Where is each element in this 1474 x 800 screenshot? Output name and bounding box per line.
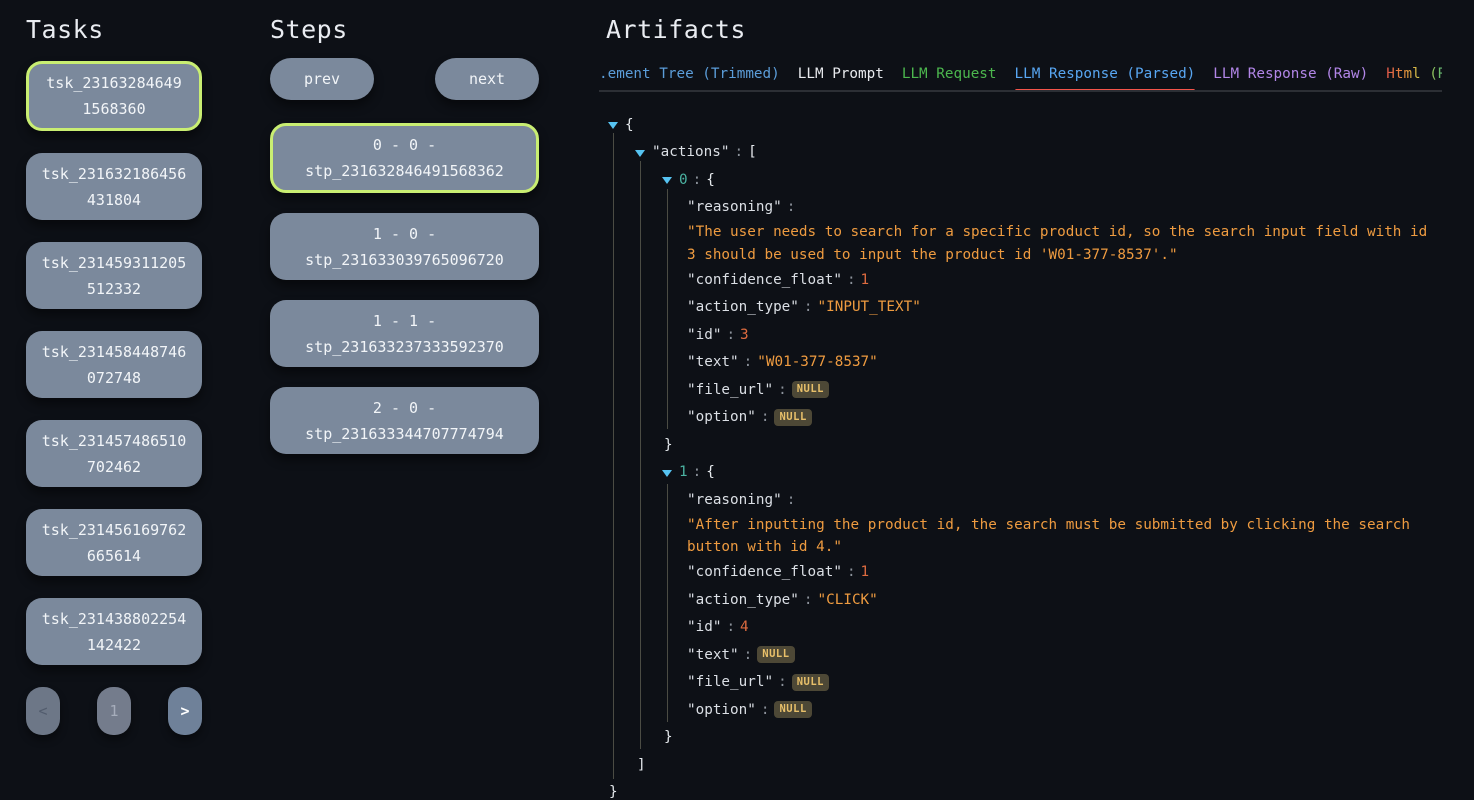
tree-row: 1:{ [606, 459, 1442, 487]
tree-row: "file_url":NULL [606, 376, 1442, 404]
pagination-prev-button[interactable]: < [26, 687, 60, 735]
indent-guide [667, 484, 668, 722]
pagination-next-button[interactable]: > [168, 687, 202, 735]
next-step-button[interactable]: next [435, 58, 539, 100]
tasks-pagination: < 1 > [26, 687, 202, 735]
tasks-title: Tasks [26, 15, 202, 44]
tree-row: "option":NULL [606, 404, 1442, 432]
step-item[interactable]: 1 - 1 - stp_231633237333592370 [270, 300, 539, 367]
task-item[interactable]: tsk_231457486510702462 [26, 420, 202, 487]
indent-guide [613, 133, 614, 779]
collapse-icon[interactable] [608, 122, 618, 129]
collapse-icon[interactable] [635, 150, 645, 157]
steps-panel: Steps prev next 0 - 0 - stp_231632846491… [270, 15, 539, 474]
tab-element-tree-trimmed[interactable]: .ement Tree (Trimmed) [599, 65, 780, 83]
tree-row: "actions":[ [606, 139, 1442, 167]
prev-step-button[interactable]: prev [270, 58, 374, 100]
tree-row: "id":4 [606, 614, 1442, 642]
task-item[interactable]: tsk_231456169762665614 [26, 509, 202, 576]
tree-row: "option":NULL [606, 696, 1442, 724]
json-tree: { "actions":[ 0:{ "reasoning": "The user… [606, 111, 1442, 800]
tree-row: "reasoning": [606, 486, 1442, 514]
tree-row: "file_url":NULL [606, 669, 1442, 697]
tab-llm-prompt[interactable]: LLM Prompt [798, 65, 884, 83]
task-item[interactable]: tsk_231458448746072748 [26, 331, 202, 398]
indent-guide [667, 189, 668, 429]
tree-row: { [606, 111, 1442, 139]
null-badge: NULL [757, 646, 794, 663]
steps-title: Steps [270, 15, 539, 44]
tree-row: "action_type":"INPUT_TEXT" [606, 294, 1442, 322]
tree-row: "id":3 [606, 321, 1442, 349]
tree-row: 0:{ [606, 166, 1442, 194]
tab-llm-request[interactable]: LLM Request [902, 65, 997, 83]
tree-row: "text":NULL [606, 641, 1442, 669]
tree-row: "confidence_float":1 [606, 559, 1442, 587]
artifacts-title: Artifacts [606, 15, 1442, 44]
collapse-icon[interactable] [662, 177, 672, 184]
step-item[interactable]: 0 - 0 - stp_231632846491568362 [270, 123, 539, 193]
step-item[interactable]: 1 - 0 - stp_231633039765096720 [270, 213, 539, 280]
json-string-value: "After inputting the product id, the sea… [606, 514, 1432, 559]
tree-row: } [606, 431, 1442, 459]
tree-row: "text":"W01-377-8537" [606, 349, 1442, 377]
task-item[interactable]: tsk_231632846491568360 [26, 61, 202, 131]
artifacts-panel: Artifacts .ement Tree (Trimmed) LLM Prom… [606, 15, 1442, 800]
null-badge: NULL [774, 701, 811, 718]
tree-row: "confidence_float":1 [606, 266, 1442, 294]
null-badge: NULL [792, 674, 829, 691]
tab-llm-response-raw[interactable]: LLM Response (Raw) [1213, 65, 1368, 83]
pagination-page-button[interactable]: 1 [97, 687, 131, 735]
steps-nav: prev next [270, 58, 539, 100]
tab-html-raw[interactable]: Html (Raw) [1386, 65, 1442, 83]
indent-guide [640, 161, 641, 749]
task-item[interactable]: tsk_231459311205512332 [26, 242, 202, 309]
null-badge: NULL [774, 409, 811, 426]
tree-row: ] [606, 751, 1442, 779]
step-item[interactable]: 2 - 0 - stp_231633344707774794 [270, 387, 539, 454]
task-item[interactable]: tsk_231632186456431804 [26, 153, 202, 220]
task-item[interactable]: tsk_231438802254142422 [26, 598, 202, 665]
collapse-icon[interactable] [662, 470, 672, 477]
tab-llm-response-parsed[interactable]: LLM Response (Parsed) [1015, 65, 1196, 83]
null-badge: NULL [792, 381, 829, 398]
artifacts-tabbar: .ement Tree (Trimmed) LLM Prompt LLM Req… [599, 65, 1442, 92]
json-string-value: "The user needs to search for a specific… [606, 221, 1432, 266]
tree-row: } [606, 779, 1442, 800]
tree-row: } [606, 724, 1442, 752]
tree-row: "action_type":"CLICK" [606, 586, 1442, 614]
tasks-panel: Tasks tsk_231632846491568360 tsk_2316321… [26, 15, 202, 735]
tree-row: "reasoning": [606, 194, 1442, 222]
